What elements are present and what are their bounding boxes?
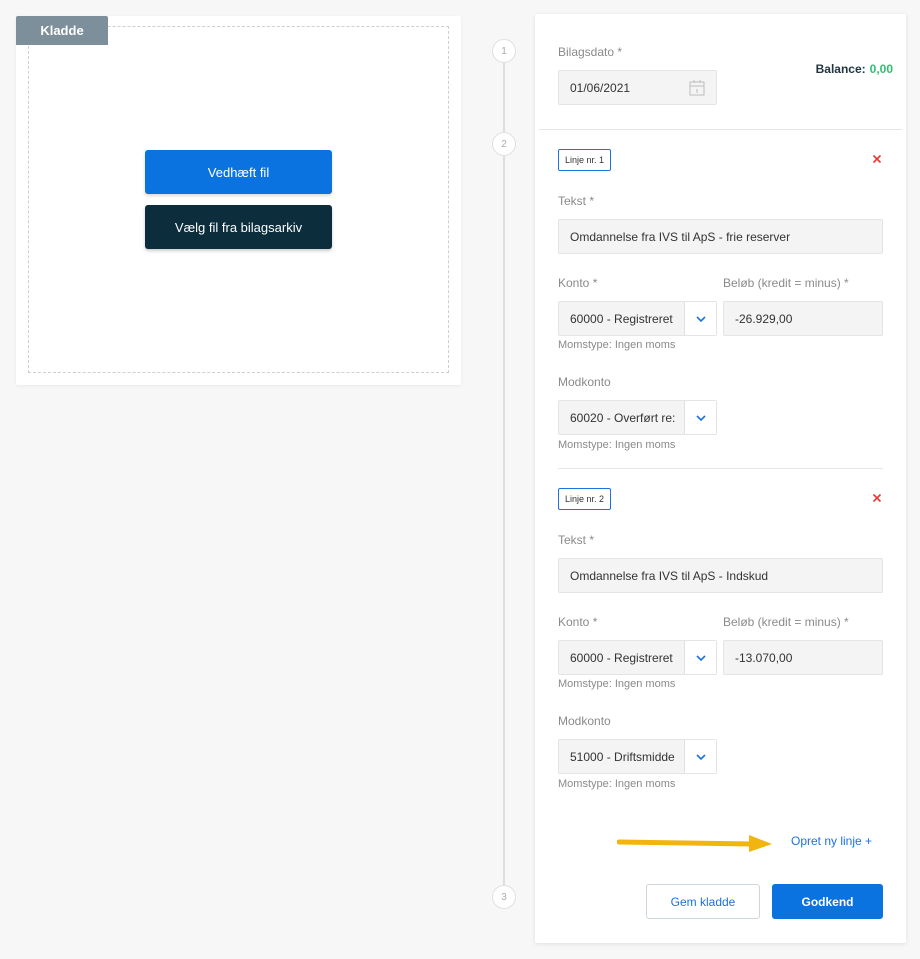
text-input[interactable]: Omdannelse fra IVS til ApS - Indskud (558, 558, 883, 593)
amount-input[interactable]: -13.070,00 (723, 640, 883, 675)
upload-card: Kladde Vedhæft fil Vælg fil fra bilagsar… (16, 16, 461, 385)
vat-type: Momstype: Ingen moms (558, 439, 676, 451)
text-label: Tekst * (558, 194, 595, 208)
counter-account-value: 60020 - Overført re: (570, 410, 676, 425)
voucher-form: Bilagsdato * 01/06/2021 Balance: 0,00 Lin… (535, 14, 906, 943)
amount-input[interactable]: -26.929,00 (723, 301, 883, 336)
step-1: 1 (492, 39, 516, 63)
close-icon[interactable] (870, 152, 884, 166)
account-value: 60000 - Registreret (570, 311, 673, 326)
account-select[interactable]: 60000 - Registreret (558, 301, 717, 336)
choose-from-archive-button[interactable]: Vælg fil fra bilagsarkiv (145, 205, 332, 249)
step-3: 3 (492, 885, 516, 909)
counter-account-label: Modkonto (558, 714, 611, 728)
kladde-tag: Kladde (16, 16, 108, 45)
account-label: Konto * (558, 276, 598, 290)
counter-account-select[interactable]: 60020 - Overført re: (558, 400, 717, 435)
stepper-line (503, 52, 505, 888)
chevron-down-icon[interactable] (684, 302, 716, 335)
text-label: Tekst * (558, 533, 595, 547)
balance: Balance: 0,00 (816, 62, 893, 76)
account-select[interactable]: 60000 - Registreret (558, 640, 717, 675)
account-label: Konto * (558, 615, 598, 629)
date-value: 01/06/2021 (570, 80, 631, 95)
vat-type: Momstype: Ingen moms (558, 339, 676, 351)
counter-account-label: Modkonto (558, 375, 611, 389)
section-divider (539, 129, 902, 130)
amount-label: Beløb (kredit = minus) * (723, 615, 849, 629)
balance-label: Balance: (815, 62, 866, 76)
step-2: 2 (492, 132, 516, 156)
vat-type: Momstype: Ingen moms (558, 678, 676, 690)
line-badge: Linje nr. 1 (558, 149, 612, 171)
line-divider (558, 468, 883, 469)
counter-account-select[interactable]: 51000 - Driftsmidde (558, 739, 717, 774)
amount-label: Beløb (kredit = minus) * (723, 276, 849, 290)
chevron-down-icon[interactable] (684, 740, 716, 773)
calendar-icon[interactable] (688, 79, 706, 100)
counter-account-value: 51000 - Driftsmidde (570, 749, 675, 764)
approve-button[interactable]: Godkend (772, 884, 883, 919)
chevron-down-icon[interactable] (684, 641, 716, 674)
vat-type: Momstype: Ingen moms (558, 778, 676, 790)
arrow-right-icon (617, 835, 772, 852)
chevron-down-icon[interactable] (684, 401, 716, 434)
file-drop-zone[interactable] (28, 26, 449, 373)
attach-file-button[interactable]: Vedhæft fil (145, 150, 332, 194)
line-badge: Linje nr. 2 (558, 488, 612, 510)
date-input[interactable]: 01/06/2021 (558, 70, 717, 105)
account-value: 60000 - Registreret (570, 650, 673, 665)
add-line-link[interactable]: Opret ny linje + (791, 834, 872, 848)
close-icon[interactable] (870, 491, 884, 505)
balance-value: 0,00 (869, 62, 893, 76)
date-label: Bilagsdato * (558, 45, 623, 59)
save-draft-button[interactable]: Gem kladde (646, 884, 760, 919)
text-input[interactable]: Omdannelse fra IVS til ApS - frie reserv… (558, 219, 883, 254)
